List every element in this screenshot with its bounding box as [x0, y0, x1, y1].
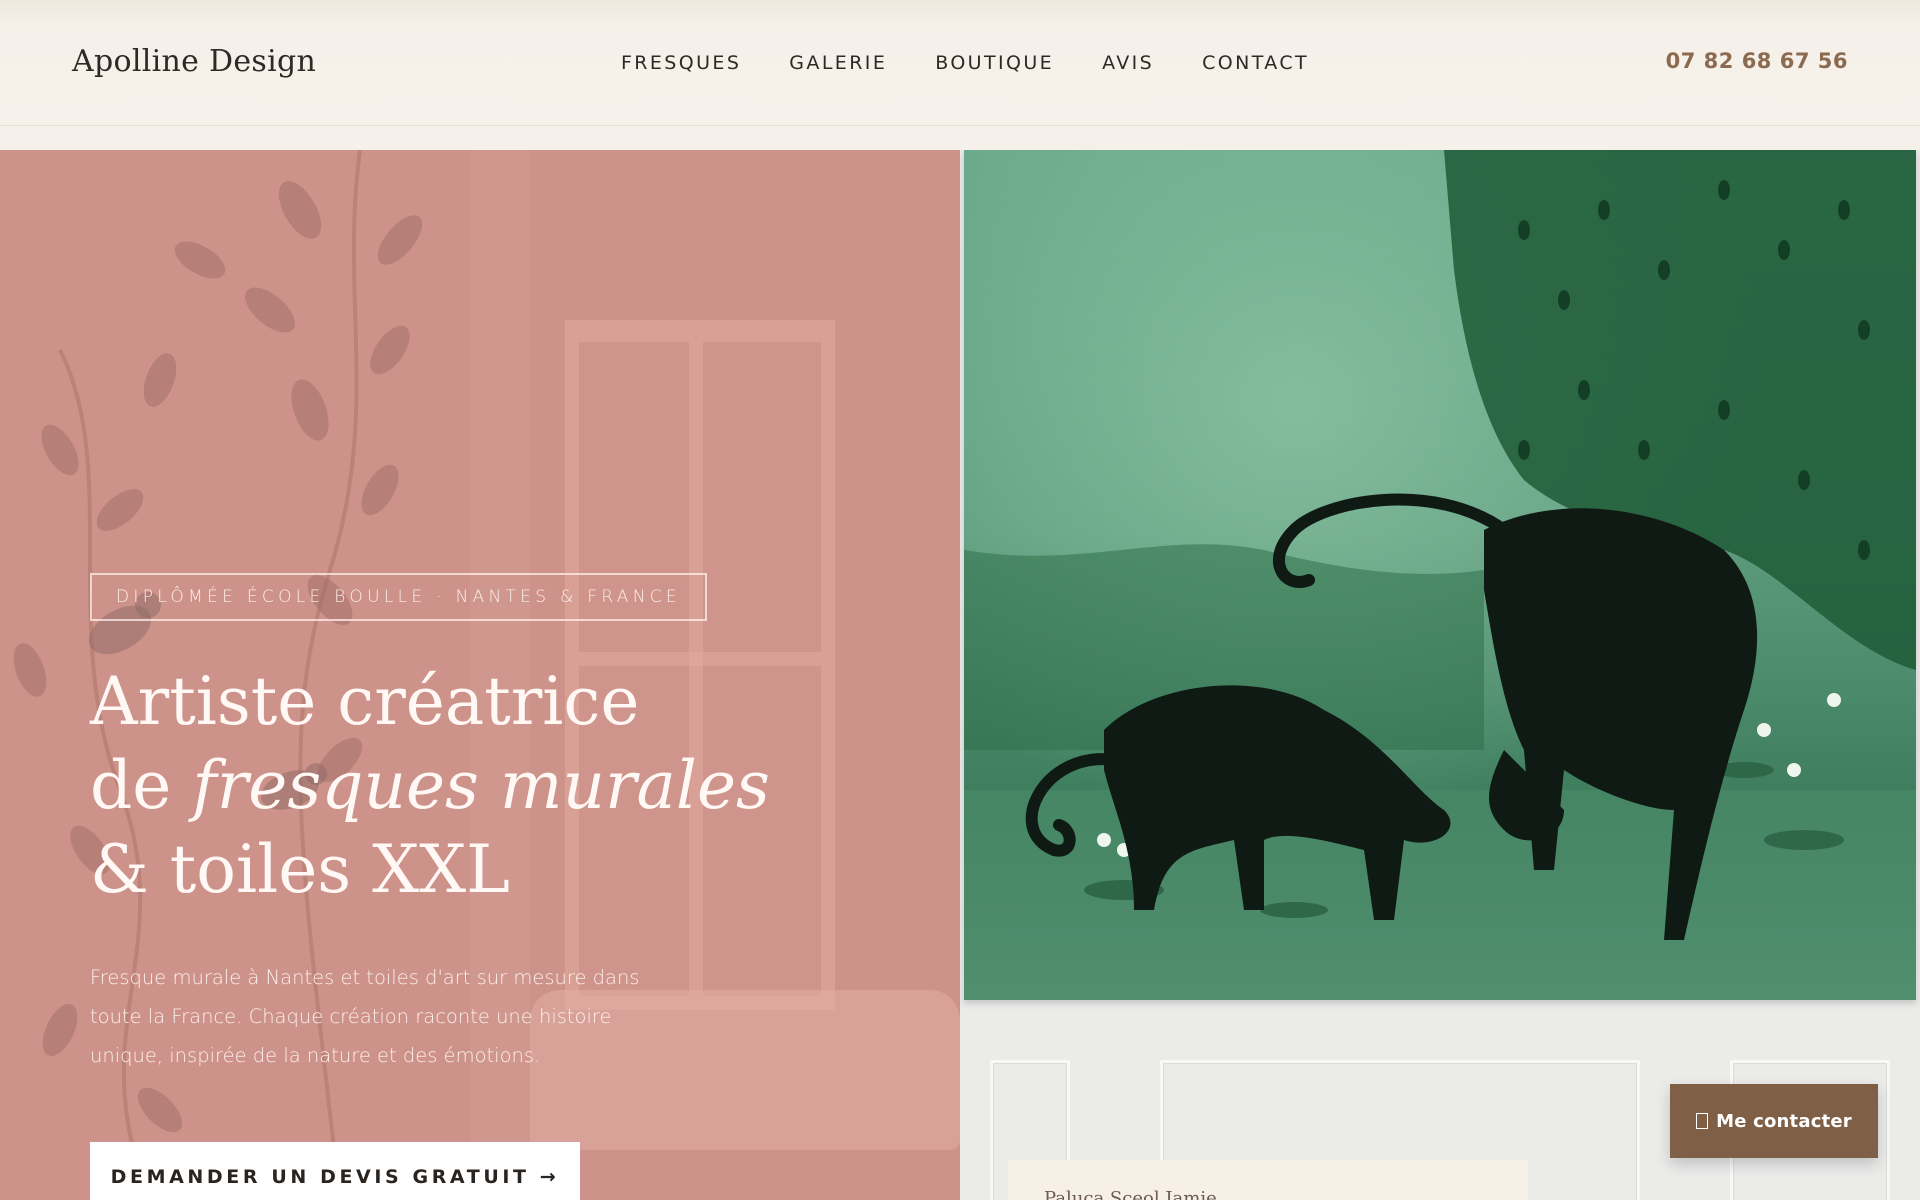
floating-contact-label: Me contacter: [1716, 1110, 1852, 1132]
phone-link[interactable]: 07 82 68 67 56: [1666, 49, 1848, 73]
nav-link-avis[interactable]: AVIS: [1102, 52, 1154, 74]
nav-link-fresques[interactable]: FRESQUES: [621, 52, 741, 74]
hero-image-panel: Paluca Sceol Jamie: [960, 150, 1920, 1200]
hero-text-panel: DIPLÔMÉE ÉCOLE BOULLE · NANTES & FRANCE …: [0, 150, 960, 1200]
nav-link-boutique[interactable]: BOUTIQUE: [935, 52, 1054, 74]
hero-headline: Artiste créatrice de fresques murales & …: [90, 660, 790, 912]
nav-link-galerie[interactable]: GALERIE: [789, 52, 887, 74]
headline-line-3: & toiles XXL: [90, 831, 510, 908]
phone-icon: [1696, 1113, 1709, 1129]
headline-line-1: Artiste créatrice: [90, 663, 640, 740]
headline-line-2-prefix: de: [90, 747, 193, 824]
panther-painting-image: [964, 150, 1916, 1000]
artwork-caption-card: Paluca Sceol Jamie: [1008, 1160, 1528, 1200]
credential-badge: DIPLÔMÉE ÉCOLE BOULLE · NANTES & FRANCE: [90, 573, 707, 621]
nav-link-contact[interactable]: CONTACT: [1202, 52, 1309, 74]
hero-description: Fresque murale à Nantes et toiles d'art …: [90, 966, 640, 1067]
headline-line-2-italic: fresques murales: [192, 747, 770, 824]
request-quote-button[interactable]: DEMANDER UN DEVIS GRATUIT →: [90, 1142, 580, 1200]
site-header: Apolline Design FRESQUES GALERIE BOUTIQU…: [0, 0, 1920, 126]
main-nav: FRESQUES GALERIE BOUTIQUE AVIS CONTACT: [0, 52, 1920, 74]
floating-contact-button[interactable]: Me contacter: [1670, 1084, 1878, 1158]
